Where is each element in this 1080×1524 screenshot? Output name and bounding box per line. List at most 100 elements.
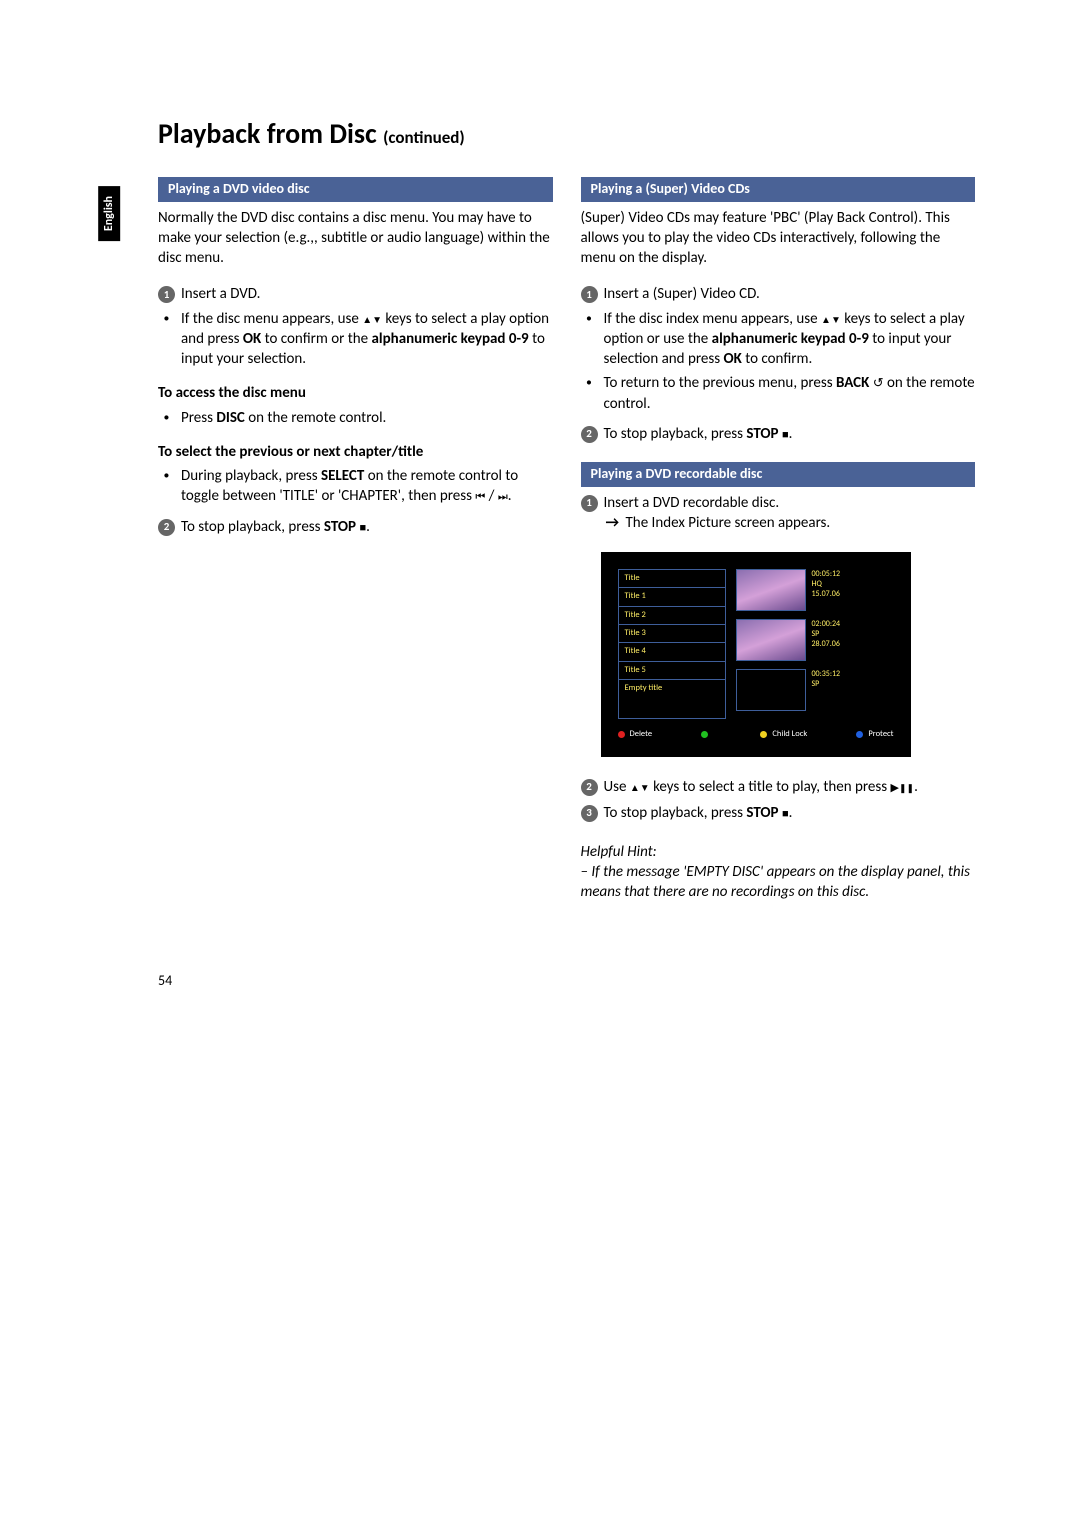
thumb-quality: HQ	[812, 579, 841, 589]
page-title-continued: (continued)	[383, 127, 465, 148]
thumb-time: 00:05:12	[812, 569, 841, 579]
hint-head: Helpful Hint:	[581, 842, 976, 862]
text: If the disc index menu appears, use	[604, 310, 822, 328]
subhead-access-menu: To access the disc menu	[158, 383, 553, 403]
back-label: BACK	[836, 374, 869, 392]
footer-childlock: Child Lock	[772, 729, 807, 740]
title-row: Empty title	[619, 680, 725, 697]
prev-track-icon	[475, 487, 485, 505]
step-number-icon: 1	[581, 495, 598, 512]
disc-label: DISC	[216, 409, 244, 427]
page-title: Playback from Disc (continued)	[130, 115, 975, 153]
bullet-icon: ●	[158, 408, 175, 428]
right-column: Playing a (Super) Video CDs (Super) Vide…	[581, 175, 976, 903]
dvd-intro: Normally the DVD disc contains a disc me…	[158, 208, 553, 269]
svcd-bullet-index: ● If the disc index menu appears, use ke…	[581, 309, 976, 370]
ok-label: OK	[723, 350, 741, 368]
dvd-bullet-disc: ● Press DISC on the remote control.	[158, 408, 553, 428]
rec-step-3: 3 To stop playback, press STOP .	[581, 803, 976, 823]
text: To stop playback, press	[181, 518, 324, 536]
title-row: Title 4	[619, 643, 725, 661]
green-dot-icon	[701, 731, 708, 738]
up-arrow-icon	[821, 310, 831, 328]
text: to confirm.	[742, 350, 812, 368]
dvd-bullet-select: ● During playback, press SELECT on the r…	[158, 466, 553, 507]
text: To return to the previous menu, press	[604, 374, 836, 392]
svcd-step-1: 1 Insert a (Super) Video CD.	[581, 284, 976, 304]
thumb-quality: SP	[812, 629, 841, 639]
select-label: SELECT	[321, 467, 364, 485]
stop-label: STOP	[746, 425, 778, 443]
stop-label: STOP	[746, 804, 778, 822]
thumb-time: 02:00:24	[812, 619, 841, 629]
section-header-recordable: Playing a DVD recordable disc	[581, 462, 976, 487]
bullet-icon: ●	[158, 466, 175, 507]
red-dot-icon	[618, 731, 625, 738]
keypad-label: alphanumeric keypad 0-9	[372, 330, 529, 348]
down-arrow-icon	[640, 778, 650, 796]
ok-label: OK	[243, 330, 261, 348]
next-track-icon	[498, 487, 508, 505]
thumb-date: 28.07.06	[812, 639, 841, 649]
svcd-step-1-body: Insert a (Super) Video CD.	[604, 284, 976, 304]
rec-step-1: 1 Insert a DVD recordable disc. The Inde…	[581, 493, 976, 542]
bullet-icon: ●	[581, 309, 598, 370]
step-number-icon: 1	[581, 286, 598, 303]
index-picture-screenshot: Title Title 1 Title 2 Title 3 Title 4 Ti…	[601, 552, 911, 757]
thumbnail-image	[736, 669, 806, 711]
section-header-svcd: Playing a (Super) Video CDs	[581, 177, 976, 202]
thumb-info: 00:35:12 SP	[812, 669, 841, 690]
thumbnail-image	[736, 569, 806, 611]
step-number-icon: 2	[158, 519, 175, 536]
footer-protect: Protect	[868, 729, 893, 740]
title-row: Title 3	[619, 625, 725, 643]
blue-dot-icon	[856, 731, 863, 738]
dvd-bullet-menu: ● If the disc menu appears, use keys to …	[158, 309, 553, 370]
page-title-main: Playback from Disc	[158, 116, 377, 151]
hint-body: – If the message 'EMPTY DISC' appears on…	[581, 862, 976, 903]
yellow-dot-icon	[760, 731, 767, 738]
thumb-info: 00:05:12 HQ 15.07.06	[812, 569, 841, 600]
text: To stop playback, press	[604, 804, 747, 822]
dvd-step-1-body: Insert a DVD.	[181, 284, 553, 304]
text: on the remote control.	[245, 409, 386, 427]
text: During playback, press	[181, 467, 321, 485]
step-number-icon: 2	[581, 779, 598, 796]
thumbnail-image	[736, 619, 806, 661]
stop-icon	[782, 425, 789, 443]
svcd-intro: (Super) Video CDs may feature 'PBC' (Pla…	[581, 208, 976, 269]
rec-step-2: 2 Use keys to select a title to play, th…	[581, 777, 976, 797]
title-header: Title	[619, 570, 725, 588]
title-list: Title Title 1 Title 2 Title 3 Title 4 Ti…	[618, 569, 726, 719]
keypad-label: alphanumeric keypad 0-9	[712, 330, 869, 348]
title-row: Title 1	[619, 588, 725, 606]
up-arrow-icon	[630, 778, 640, 796]
thumbnail-panel: 00:05:12 HQ 15.07.06 02:00:24 SP 28.07.0…	[736, 569, 894, 719]
thumb-info: 02:00:24 SP 28.07.06	[812, 619, 841, 650]
subhead-prev-next: To select the previous or next chapter/t…	[158, 442, 553, 462]
text: to confirm or the	[261, 330, 371, 348]
page-number: 54	[130, 972, 975, 991]
result-text: The Index Picture screen appears.	[604, 513, 976, 533]
down-arrow-icon	[372, 310, 382, 328]
stop-label: STOP	[324, 518, 356, 536]
thumb-date: 15.07.06	[812, 589, 841, 599]
dvd-step-1: 1 Insert a DVD.	[158, 284, 553, 304]
play-pause-icon	[891, 778, 915, 796]
step-number-icon: 3	[581, 805, 598, 822]
text: Insert a DVD recordable disc.	[604, 493, 976, 513]
screenshot-footer: Delete Child Lock Protect	[612, 723, 900, 746]
dvd-step-2: 2 To stop playback, press STOP .	[158, 517, 553, 537]
thumb-time: 00:35:12	[812, 669, 841, 679]
svcd-step-2: 2 To stop playback, press STOP .	[581, 424, 976, 444]
helpful-hint: Helpful Hint: – If the message 'EMPTY DI…	[581, 842, 976, 903]
text: Press	[181, 409, 216, 427]
footer-delete: Delete	[630, 729, 653, 740]
back-icon	[873, 374, 884, 392]
step-number-icon: 2	[581, 426, 598, 443]
text: keys to select a title to play, then pre…	[650, 778, 891, 796]
stop-icon	[359, 518, 366, 536]
language-tab: English	[98, 186, 120, 241]
left-column: Playing a DVD video disc Normally the DV…	[158, 175, 553, 903]
section-header-dvd-video: Playing a DVD video disc	[158, 177, 553, 202]
